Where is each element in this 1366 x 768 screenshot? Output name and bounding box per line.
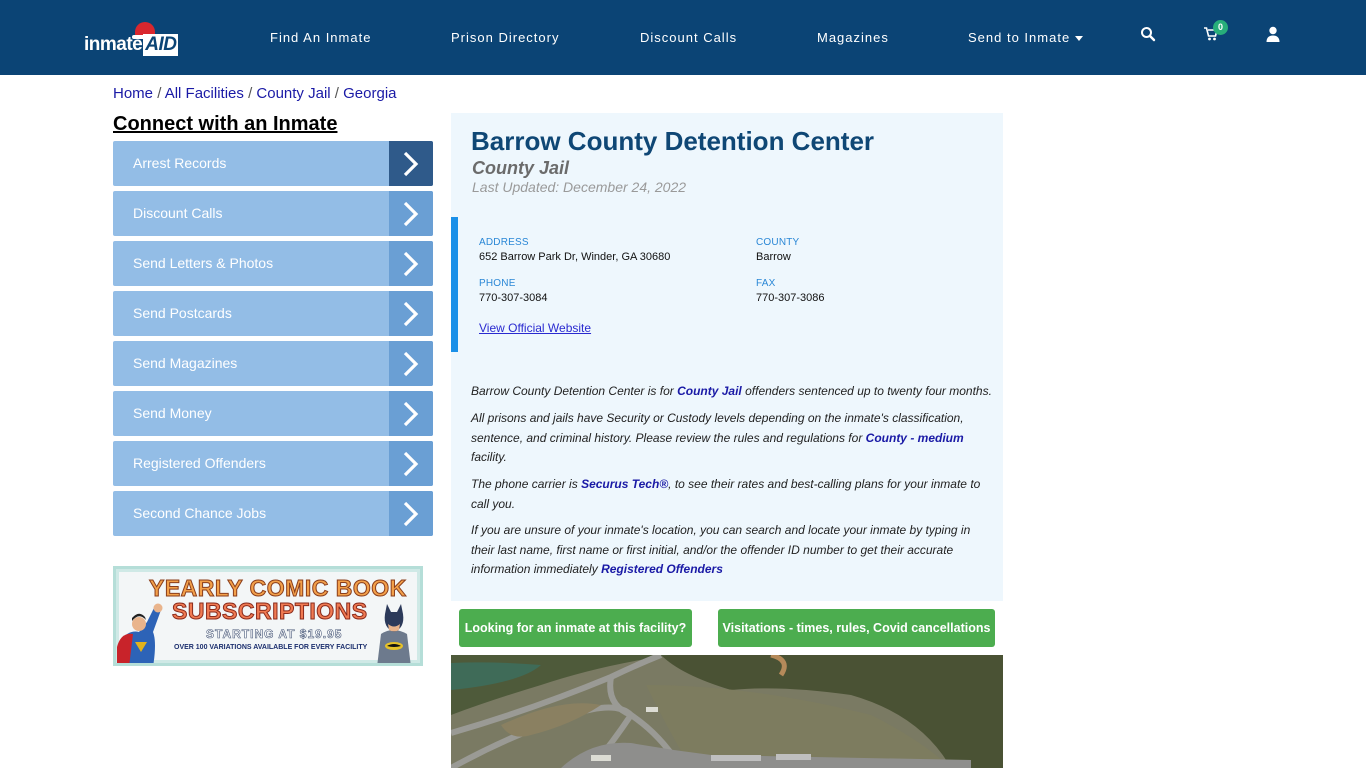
visitations-button[interactable]: Visitations - times, rules, Covid cancel… <box>718 609 995 647</box>
sidebar-item-send-postcards[interactable]: Send Postcards <box>113 291 433 336</box>
nav-magazines[interactable]: Magazines <box>817 30 889 45</box>
breadcrumb-georgia[interactable]: Georgia <box>343 85 396 102</box>
caret-down-icon <box>1075 36 1084 42</box>
phone-label: PHONE <box>479 278 516 289</box>
nav-send-to-inmate[interactable]: Send to Inmate <box>968 30 1084 45</box>
sidebar-item-label: Discount Calls <box>133 205 223 221</box>
sidebar-item-second-chance-jobs[interactable]: Second Chance Jobs <box>113 491 433 536</box>
chevron-right-icon <box>389 291 433 336</box>
breadcrumb-home[interactable]: Home <box>113 85 153 102</box>
chevron-right-icon <box>389 191 433 236</box>
address-label: ADDRESS <box>479 237 529 248</box>
inmateaid-logo[interactable]: inmate AID <box>84 22 184 58</box>
breadcrumb-separator: / <box>334 85 339 102</box>
sidebar-item-label: Registered Offenders <box>133 455 266 471</box>
view-official-website-link[interactable]: View Official Website <box>479 321 591 335</box>
batman-illustration <box>377 604 411 663</box>
chevron-right-icon <box>389 341 433 386</box>
facility-type: County Jail <box>472 158 570 178</box>
ad-headline-2: SUBSCRIPTIONS <box>172 598 368 625</box>
nav-prison-directory[interactable]: Prison Directory <box>451 30 559 45</box>
search-icon[interactable] <box>1140 26 1160 46</box>
nav-find-an-inmate[interactable]: Find An Inmate <box>270 30 371 45</box>
facility-name: Barrow County Detention Center <box>471 126 875 156</box>
sidebar-item-arrest-records[interactable]: Arrest Records <box>113 141 433 186</box>
nav-discount-calls[interactable]: Discount Calls <box>640 30 737 45</box>
cart-count-badge: 0 <box>1213 20 1228 35</box>
sidebar-item-send-letters-photos[interactable]: Send Letters & Photos <box>113 241 433 286</box>
sidebar-item-registered-offenders[interactable]: Registered Offenders <box>113 441 433 486</box>
breadcrumb-separator: / <box>157 85 162 102</box>
description-paragraph-4: If you are unsure of your inmate's locat… <box>471 523 971 576</box>
phone-value: 770-307-3084 <box>479 292 548 304</box>
ad-tagline: OVER 100 VARIATIONS AVAILABLE FOR EVERY … <box>174 644 368 651</box>
facility-info-card: ADDRESS 652 Barrow Park Dr, Winder, GA 3… <box>451 217 1003 352</box>
last-updated: Last Updated: December 24, 2022 <box>472 179 687 195</box>
fax-label: FAX <box>756 278 776 289</box>
logo-aid-text: AID <box>143 34 179 56</box>
sidebar-item-send-magazines[interactable]: Send Magazines <box>113 341 433 386</box>
sidebar-item-label: Send Letters & Photos <box>133 255 274 271</box>
breadcrumb: Home / All Facilities / County Jail / Ge… <box>113 85 397 102</box>
securus-tech-link[interactable]: Securus Tech® <box>581 477 668 491</box>
sidebar-menu: Arrest Records Discount Calls Send Lette… <box>113 141 433 541</box>
top-navbar: inmate AID Find An Inmate Prison Director… <box>0 0 1366 75</box>
chevron-right-icon <box>389 241 433 286</box>
sidebar-item-discount-calls[interactable]: Discount Calls <box>113 191 433 236</box>
facility-aerial-photo <box>451 655 1003 768</box>
county-label: COUNTY <box>756 237 800 248</box>
breadcrumb-separator: / <box>248 85 253 102</box>
chevron-right-icon <box>389 141 433 186</box>
sidebar-item-label: Arrest Records <box>133 155 227 171</box>
comic-subscription-ad-banner[interactable]: YEARLY COMIC BOOK SUBSCRIPTIONS STARTING… <box>113 566 423 666</box>
sidebar-item-label: Send Money <box>133 405 212 421</box>
chevron-right-icon <box>389 491 433 536</box>
sidebar-item-send-money[interactable]: Send Money <box>113 391 433 436</box>
description-paragraph-1: Barrow County Detention Center is for Co… <box>471 384 992 398</box>
logo-text: inmate <box>84 34 143 55</box>
address-value: 652 Barrow Park Dr, Winder, GA 30680 <box>479 251 671 263</box>
aerial-photo-illustration <box>451 655 1003 768</box>
user-icon[interactable] <box>1266 26 1286 46</box>
sidebar-title: Connect with an Inmate <box>113 113 338 135</box>
sidebar-item-label: Send Magazines <box>133 355 238 371</box>
county-value: Barrow <box>756 251 791 263</box>
cart-icon[interactable]: 0 <box>1203 20 1228 46</box>
description-paragraph-3: The phone carrier is Securus Tech®, to s… <box>471 477 981 511</box>
sidebar-item-label: Second Chance Jobs <box>133 505 267 521</box>
description-paragraph-2: All prisons and jails have Security or C… <box>471 411 964 464</box>
ad-price: STARTING AT $19.95 <box>206 627 343 642</box>
county-medium-link[interactable]: County - medium <box>866 431 964 445</box>
breadcrumb-all-facilities[interactable]: All Facilities <box>165 85 244 102</box>
county-jail-link[interactable]: County Jail <box>677 384 742 398</box>
breadcrumb-county-jail[interactable]: County Jail <box>256 85 330 102</box>
nav-send-to-inmate-label: Send to Inmate <box>968 30 1071 45</box>
chevron-right-icon <box>389 391 433 436</box>
fax-value: 770-307-3086 <box>756 292 825 304</box>
superhero-illustration <box>117 603 163 663</box>
sidebar-item-label: Send Postcards <box>133 305 232 321</box>
registered-offenders-link[interactable]: Registered Offenders <box>601 562 723 576</box>
chevron-right-icon <box>389 441 433 486</box>
find-inmate-at-facility-button[interactable]: Looking for an inmate at this facility? <box>459 609 692 647</box>
facility-panel: Barrow County Detention Center County Ja… <box>451 113 1003 601</box>
